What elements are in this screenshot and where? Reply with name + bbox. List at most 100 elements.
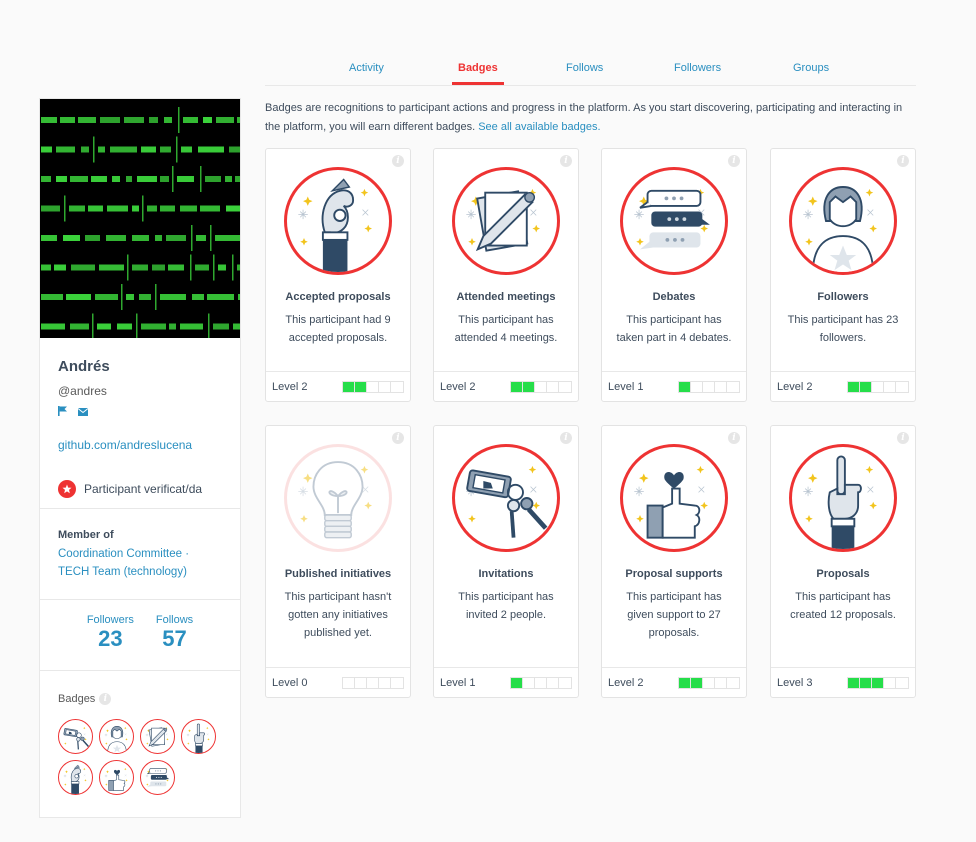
mini-badge-accepted-proposals[interactable] xyxy=(58,760,93,795)
info-icon[interactable]: i xyxy=(392,155,404,167)
badge-level: Level 2 xyxy=(272,380,308,393)
badge-card-attended-meetings: i Attended meetings This participant has… xyxy=(433,148,579,402)
debates-badge-icon xyxy=(620,167,728,275)
level-segment xyxy=(559,381,571,392)
badge-title: Attended meetings xyxy=(456,291,556,303)
debates-badge-icon xyxy=(145,767,169,787)
level-segment xyxy=(872,677,884,688)
follows-stat[interactable]: Follows 57 xyxy=(156,614,193,660)
tab-activity[interactable]: Activity xyxy=(349,62,384,74)
level-segment xyxy=(547,381,559,392)
mini-badges-list xyxy=(58,719,222,795)
mini-badge-invitations[interactable] xyxy=(58,719,93,754)
flag-icon[interactable] xyxy=(58,403,68,421)
badge-footer: Level 1 xyxy=(602,371,746,401)
info-icon[interactable]: i xyxy=(560,155,572,167)
tab-followers[interactable]: Followers xyxy=(674,62,721,74)
badge-title: Invitations xyxy=(478,568,534,580)
mail-icon[interactable] xyxy=(77,403,89,421)
badge-card-proposals: i Proposals This participant has created… xyxy=(770,425,916,698)
mini-badge-attended-meetings[interactable] xyxy=(140,719,175,754)
avatar xyxy=(40,99,240,338)
level-progress xyxy=(678,380,740,393)
badge-level: Level 3 xyxy=(777,676,813,689)
badge-card-accepted-proposals: i Accepted proposals This participant ha… xyxy=(265,148,411,402)
level-segment xyxy=(523,677,535,688)
level-segment xyxy=(355,677,367,688)
level-segment xyxy=(848,381,860,392)
level-segment xyxy=(896,381,908,392)
badge-level: Level 1 xyxy=(440,676,476,689)
personal-url-link[interactable]: github.com/andreslucena xyxy=(58,438,222,452)
badge-title: Proposal supports xyxy=(625,568,723,580)
tab-badges[interactable]: Badges xyxy=(452,62,504,85)
level-segment xyxy=(679,677,691,688)
follows-count: 57 xyxy=(162,626,187,651)
followers-badge-icon xyxy=(104,725,128,753)
badge-level: Level 2 xyxy=(440,380,476,393)
badge-level: Level 0 xyxy=(272,676,308,689)
level-segment xyxy=(511,381,523,392)
badge-footer: Level 2 xyxy=(266,371,410,401)
level-segment xyxy=(715,381,727,392)
sidebar-badges-section: Badges i xyxy=(40,671,240,817)
badge-footer: Level 3 xyxy=(771,667,915,697)
level-progress xyxy=(510,380,572,393)
badges-intro: Badges are recognitions to participant a… xyxy=(265,99,905,137)
tab-groups[interactable]: Groups xyxy=(793,62,829,74)
attended-meetings-badge-icon xyxy=(452,167,560,275)
info-icon[interactable]: i xyxy=(99,693,112,705)
level-segment xyxy=(884,381,896,392)
mini-badge-debates[interactable] xyxy=(140,760,175,795)
level-segment xyxy=(367,677,379,688)
info-icon[interactable]: i xyxy=(392,432,404,444)
level-progress xyxy=(678,676,740,689)
level-segment xyxy=(379,677,391,688)
badge-title: Proposals xyxy=(816,568,870,580)
level-segment xyxy=(703,677,715,688)
info-icon[interactable]: i xyxy=(560,432,572,444)
level-segment xyxy=(391,677,403,688)
attended-meetings-badge-icon xyxy=(145,726,169,747)
level-segment xyxy=(523,381,535,392)
info-icon[interactable]: i xyxy=(728,432,740,444)
info-icon[interactable]: i xyxy=(728,155,740,167)
badge-footer: Level 2 xyxy=(602,667,746,697)
mini-badge-proposal-supports[interactable] xyxy=(99,760,134,795)
followers-stat[interactable]: Followers 23 xyxy=(87,614,134,660)
profile-name: Andrés xyxy=(58,358,110,375)
badge-level: Level 1 xyxy=(608,380,644,393)
follow-stats: Followers 23 Follows 57 xyxy=(40,600,240,671)
badge-card-proposal-supports: i Proposal supports This participant has… xyxy=(601,425,747,698)
badge-description: This participant has given support to 27… xyxy=(626,591,722,639)
level-segment xyxy=(343,381,355,392)
level-segment xyxy=(715,677,727,688)
level-segment xyxy=(367,381,379,392)
badge-title: Published initiatives xyxy=(284,568,392,580)
member-of-groups-link[interactable]: Coordination Committee · TECH Team (tech… xyxy=(58,545,222,581)
profile-actions xyxy=(58,406,222,418)
mini-badge-proposals[interactable] xyxy=(181,719,216,754)
star-icon xyxy=(58,480,76,498)
info-icon[interactable]: i xyxy=(897,155,909,167)
badge-footer: Level 2 xyxy=(434,371,578,401)
badge-description: This participant has attended 4 meetings… xyxy=(454,314,558,344)
mini-badge-followers[interactable] xyxy=(99,719,134,754)
level-segment xyxy=(535,677,547,688)
level-segment xyxy=(727,381,739,392)
level-progress xyxy=(342,380,404,393)
badge-title: Debates xyxy=(652,291,696,303)
tab-follows[interactable]: Follows xyxy=(566,62,603,74)
level-segment xyxy=(391,381,403,392)
see-all-badges-link[interactable]: See all available badges. xyxy=(478,121,600,133)
member-of-title: Member of xyxy=(58,529,114,541)
level-segment xyxy=(884,677,896,688)
followers-badge-icon xyxy=(789,167,897,275)
level-progress xyxy=(847,380,909,393)
info-icon[interactable]: i xyxy=(897,432,909,444)
badge-card-published-initiatives: i Published initiatives This participant… xyxy=(265,425,411,698)
badge-level: Level 2 xyxy=(777,380,813,393)
badge-card-invitations: i Invitations This participant has invit… xyxy=(433,425,579,698)
level-progress xyxy=(342,676,404,689)
level-segment xyxy=(355,381,367,392)
